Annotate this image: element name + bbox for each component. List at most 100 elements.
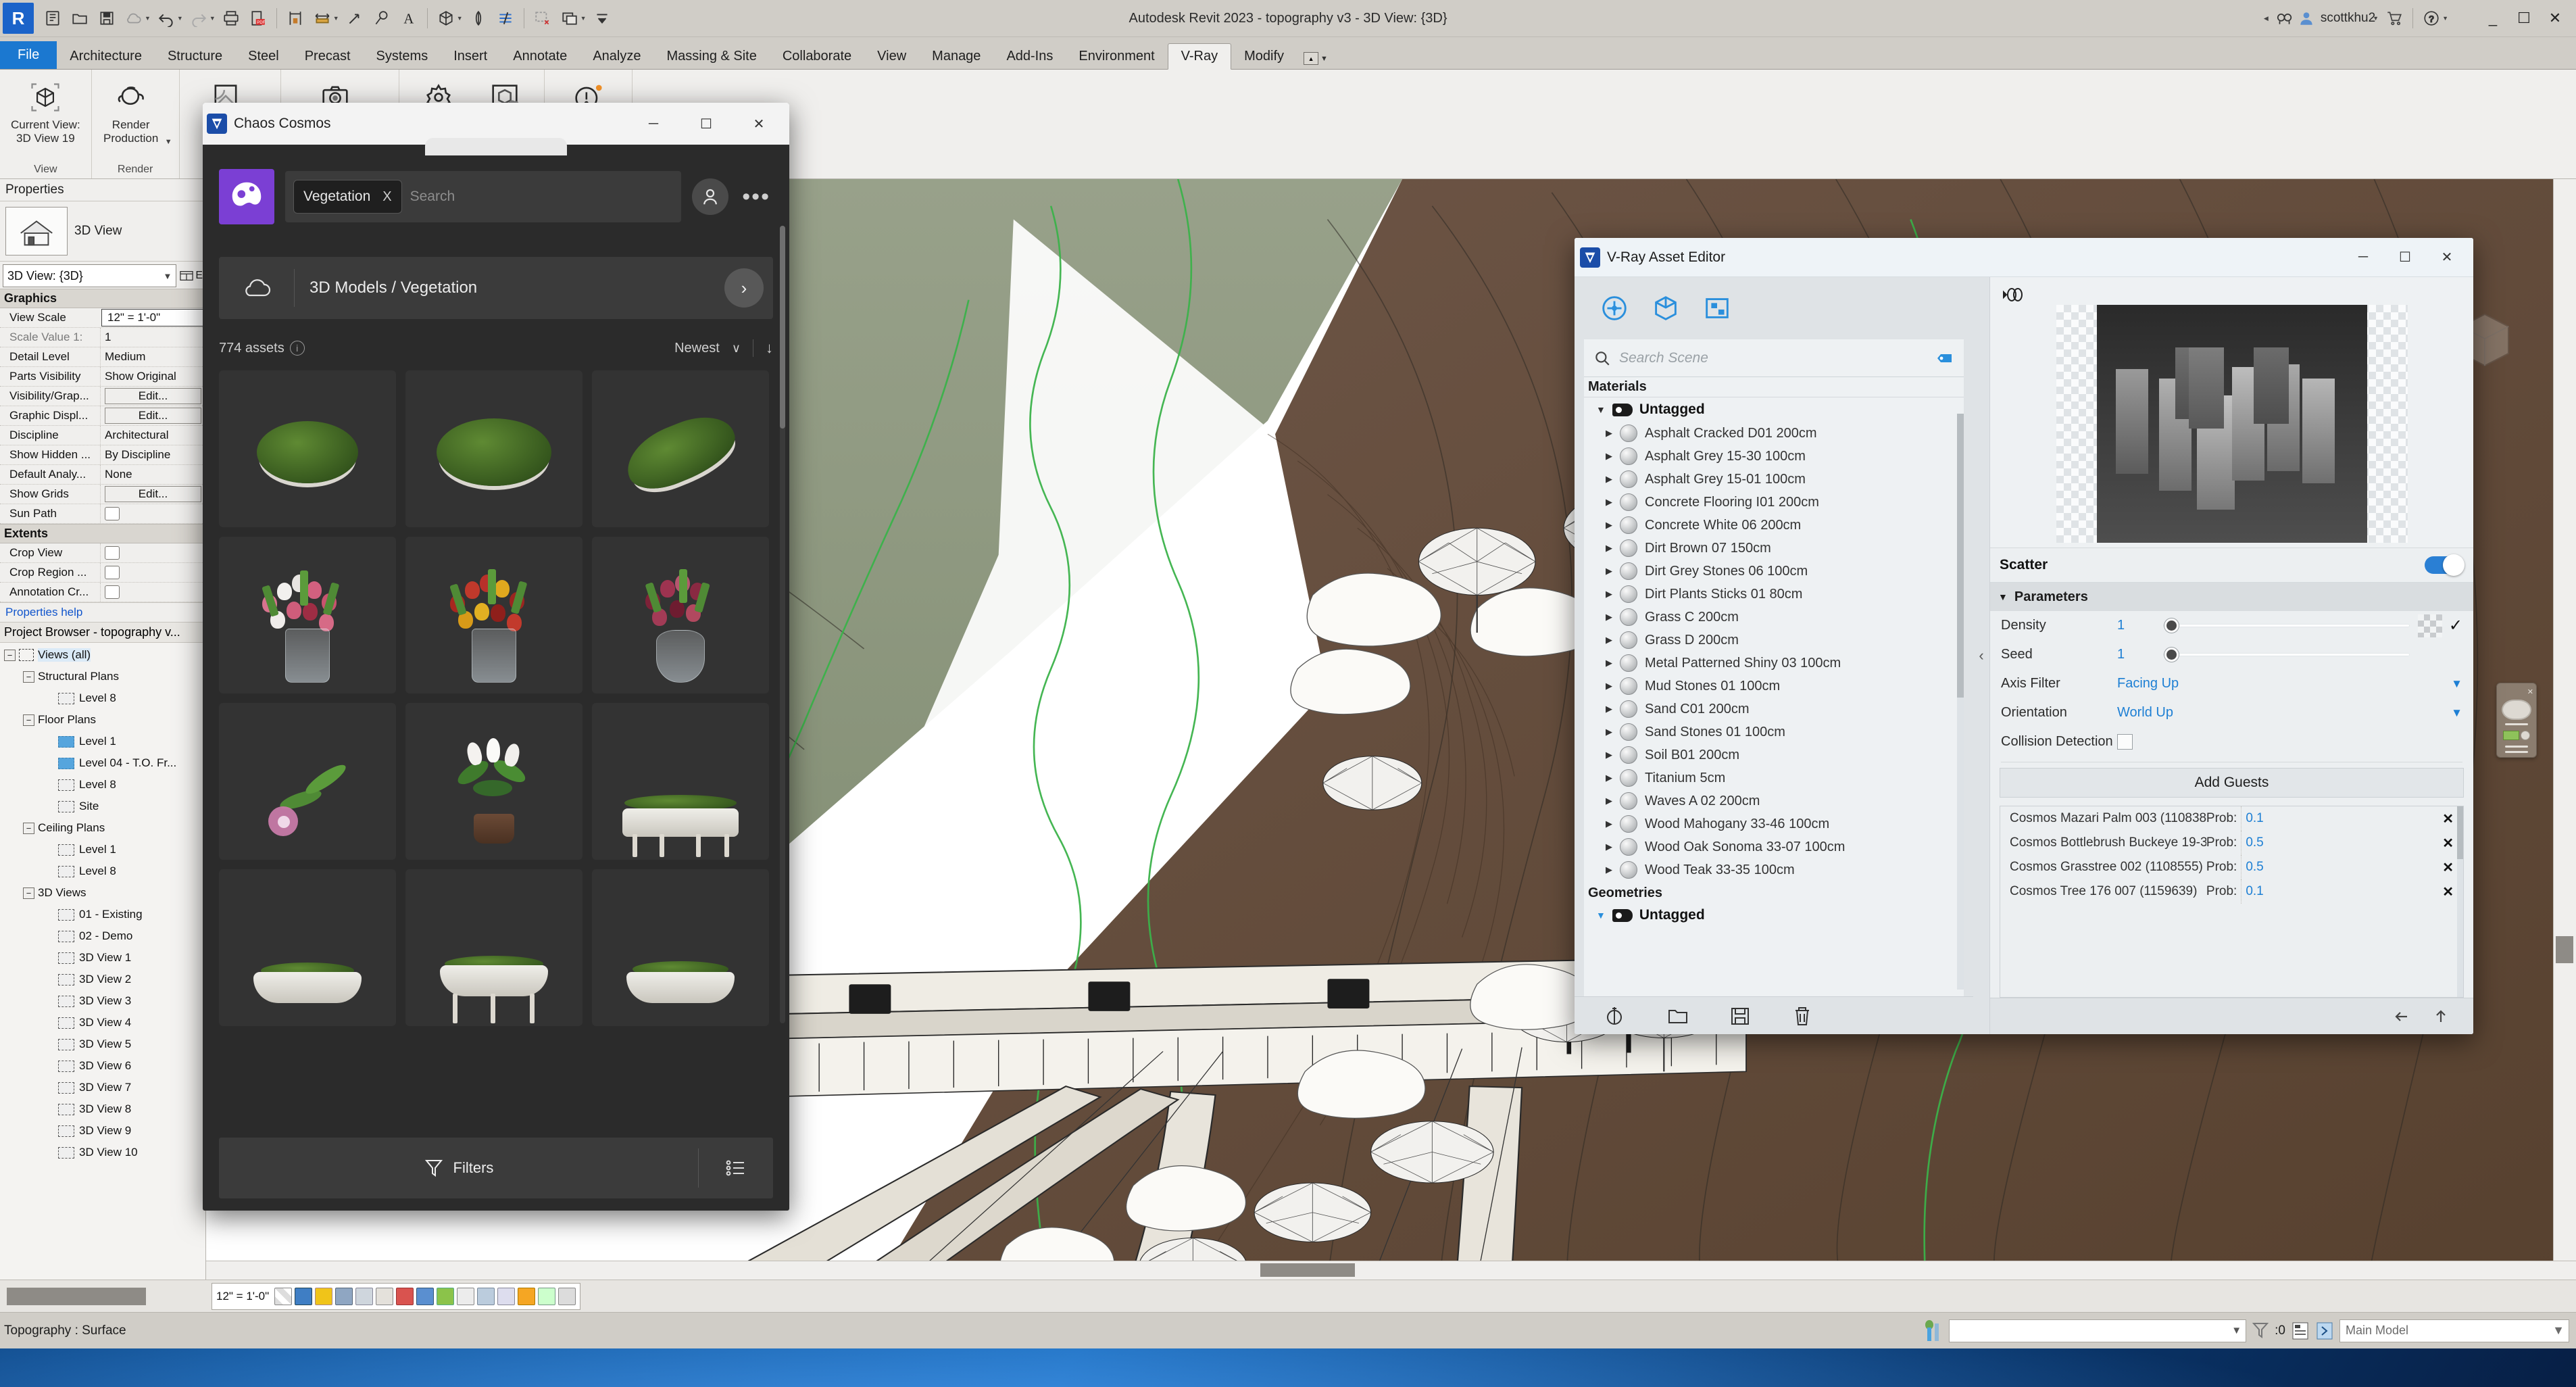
current-view-button[interactable]: Current View: 3D View 19 — [7, 74, 84, 145]
chevron-right-icon[interactable]: ▶ — [1606, 773, 1612, 783]
guest-list[interactable]: Cosmos Mazari Palm 003 (1108385)Prob:0.1… — [2000, 806, 2464, 998]
chevron-right-icon[interactable]: ▶ — [1606, 451, 1612, 462]
properties-help-link[interactable]: Properties help — [0, 602, 205, 622]
tab-annotate[interactable]: Annotate — [500, 44, 580, 69]
crop-region-checkbox[interactable] — [105, 566, 120, 579]
guest-probability[interactable]: 0.5 — [2241, 855, 2442, 879]
project-browser-item[interactable]: −3D Views — [0, 882, 205, 904]
design-options-icon[interactable] — [1923, 1319, 1943, 1342]
prop-value-default-analysis[interactable]: None — [100, 465, 205, 484]
density-enabled-check[interactable]: ✓ — [2449, 616, 2462, 635]
ribbon-display-options[interactable]: ▲ ▼ — [1304, 52, 1328, 69]
spot-elevation-icon[interactable] — [368, 5, 395, 32]
vray-minimize-button[interactable]: ─ — [2342, 238, 2384, 277]
default-3d-view-icon[interactable] — [432, 5, 460, 32]
project-browser-item[interactable]: Level 1 — [0, 731, 205, 752]
viewport-horizontal-scrollbar[interactable] — [206, 1261, 2576, 1280]
chip-close-icon[interactable]: X — [382, 189, 391, 205]
prop-row-annotation-crop[interactable]: Annotation Cr... — [0, 583, 205, 602]
vray-footer[interactable] — [1990, 998, 2473, 1034]
project-browser-item[interactable]: Level 1 — [0, 839, 205, 860]
parameters-header[interactable]: ▼ Parameters — [1990, 583, 2473, 611]
list-view-toggle[interactable] — [699, 1158, 773, 1178]
purge-asset-icon[interactable] — [1919, 1004, 1973, 1027]
reveal-constraints-icon[interactable] — [538, 1288, 555, 1305]
chaos-cosmos-window[interactable]: Chaos Cosmos ─ ☐ ✕ Vegetation X Search •… — [203, 103, 789, 1211]
prop-row-detail-level[interactable]: Detail Level Medium — [0, 347, 205, 367]
vray-material-item[interactable]: ▶Mud Stones 01 100cm — [1584, 675, 1964, 698]
cosmos-tab-nub[interactable] — [425, 138, 567, 155]
steering-wheel-icon[interactable] — [2502, 700, 2531, 720]
chevron-right-icon[interactable]: ▶ — [1606, 819, 1612, 829]
unlocked-3d-view-icon[interactable] — [416, 1288, 434, 1305]
save-as-cloud-icon[interactable] — [120, 5, 147, 32]
navigation-bar[interactable]: ✕ — [2496, 683, 2537, 758]
asset-orchid-single-stem[interactable] — [219, 703, 396, 860]
project-browser-item[interactable]: −Ceiling Plans — [0, 817, 205, 839]
vray-asset-toolbar[interactable] — [1575, 996, 1973, 1034]
vray-material-item[interactable]: ▶Waves A 02 200cm — [1584, 789, 1964, 812]
scatter-guest-row[interactable]: Cosmos Grasstree 002 (1108555)Prob:0.5✕ — [2000, 855, 2463, 879]
project-browser-item[interactable]: 3D View 1 — [0, 947, 205, 969]
collision-detection-checkbox[interactable] — [2117, 734, 2133, 750]
crop-view-checkbox[interactable] — [105, 546, 120, 560]
chevron-down-icon[interactable]: ▼ — [1596, 910, 1606, 921]
cosmos-search-field[interactable]: Vegetation X Search — [285, 171, 681, 222]
vray-material-item[interactable]: ▶Dirt Grey Stones 06 100cm — [1584, 560, 1964, 583]
asset-grass-planter-trough-legs[interactable] — [592, 703, 769, 860]
tab-massing-and-site[interactable]: Massing & Site — [653, 44, 769, 69]
vray-tab-toolbar[interactable] — [1575, 277, 1973, 339]
chevron-down-icon[interactable]: ▼ — [177, 15, 183, 22]
tab-v-ray[interactable]: V-Ray — [1168, 43, 1231, 70]
chevron-down-icon[interactable]: ▼ — [165, 138, 172, 146]
scatter-guest-row[interactable]: Cosmos Bottlebrush Buckeye 19-33 (110847… — [2000, 831, 2463, 855]
add-asset-icon[interactable] — [1604, 1004, 1627, 1027]
text-icon[interactable]: A — [395, 5, 422, 32]
chevron-down-icon[interactable]: ▼ — [457, 15, 463, 22]
prop-value-detail-level[interactable]: Medium — [100, 347, 205, 366]
vray-material-item[interactable]: ▶Asphalt Grey 15-01 100cm — [1584, 468, 1964, 491]
info-icon[interactable]: i — [290, 341, 305, 356]
asset-grass-planter-bowl-round[interactable] — [592, 869, 769, 1026]
chevron-down-icon[interactable]: ▼ — [2231, 1325, 2241, 1336]
asset-grass-planter-bowl-low[interactable] — [219, 869, 396, 1026]
tag-filter-icon[interactable] — [1935, 352, 1954, 364]
tab-collaborate[interactable]: Collaborate — [770, 44, 864, 69]
new-project-icon[interactable] — [39, 5, 66, 32]
aligned-dimension-icon[interactable] — [309, 5, 336, 32]
prop-row-graphic-display[interactable]: Graphic Displ... Edit... — [0, 406, 205, 426]
chevron-down-icon[interactable]: ▼ — [209, 15, 216, 22]
breadcrumb-next-button[interactable]: › — [724, 268, 764, 308]
chevron-down-icon[interactable]: ▼ — [580, 15, 587, 22]
project-browser-item[interactable]: 01 - Existing — [0, 904, 205, 925]
chevron-right-icon[interactable]: ▶ — [1606, 543, 1612, 554]
render-production-button[interactable]: Render Production — [99, 74, 164, 145]
project-browser-item[interactable]: −Structural Plans — [0, 666, 205, 687]
chevron-down-icon[interactable]: ▼ — [2373, 15, 2379, 22]
prop-row-crop-view[interactable]: Crop View — [0, 543, 205, 563]
cosmos-window-buttons[interactable]: ─ ☐ ✕ — [627, 103, 785, 145]
project-browser-item[interactable]: 02 - Demo — [0, 925, 205, 947]
chevron-right-icon[interactable]: ▶ — [1606, 750, 1612, 760]
project-browser-item[interactable]: Level 8 — [0, 687, 205, 709]
chevron-down-icon[interactable]: ∨ — [732, 341, 741, 356]
cosmos-more-menu-icon[interactable]: ••• — [739, 184, 773, 210]
tab-modify[interactable]: Modify — [1231, 44, 1297, 69]
cosmos-close-button[interactable]: ✕ — [733, 103, 785, 145]
detail-level-icon[interactable] — [274, 1288, 292, 1305]
prop-row-crop-region-visible[interactable]: Crop Region ... — [0, 563, 205, 583]
seed-value[interactable]: 1 — [2117, 647, 2163, 662]
tab-analyze[interactable]: Analyze — [580, 44, 653, 69]
add-guests-button[interactable]: Add Guests — [2000, 768, 2464, 798]
remove-guest-icon[interactable]: ✕ — [2442, 835, 2454, 852]
guest-probability[interactable]: 0.1 — [2241, 879, 2442, 904]
chevron-right-icon[interactable]: ▶ — [1606, 612, 1612, 623]
tab-structure[interactable]: Structure — [155, 44, 235, 69]
density-texture-slot[interactable] — [2418, 614, 2442, 637]
density-slider[interactable] — [2163, 624, 2410, 627]
project-browser-item[interactable]: 3D View 9 — [0, 1120, 205, 1142]
cosmos-asset-grid[interactable] — [219, 370, 773, 1128]
chevron-right-icon[interactable]: ▶ — [1606, 727, 1612, 737]
vray-material-item[interactable]: ▶Wood Oak Sonoma 33-07 100cm — [1584, 835, 1964, 858]
project-browser-item[interactable]: 3D View 2 — [0, 969, 205, 990]
